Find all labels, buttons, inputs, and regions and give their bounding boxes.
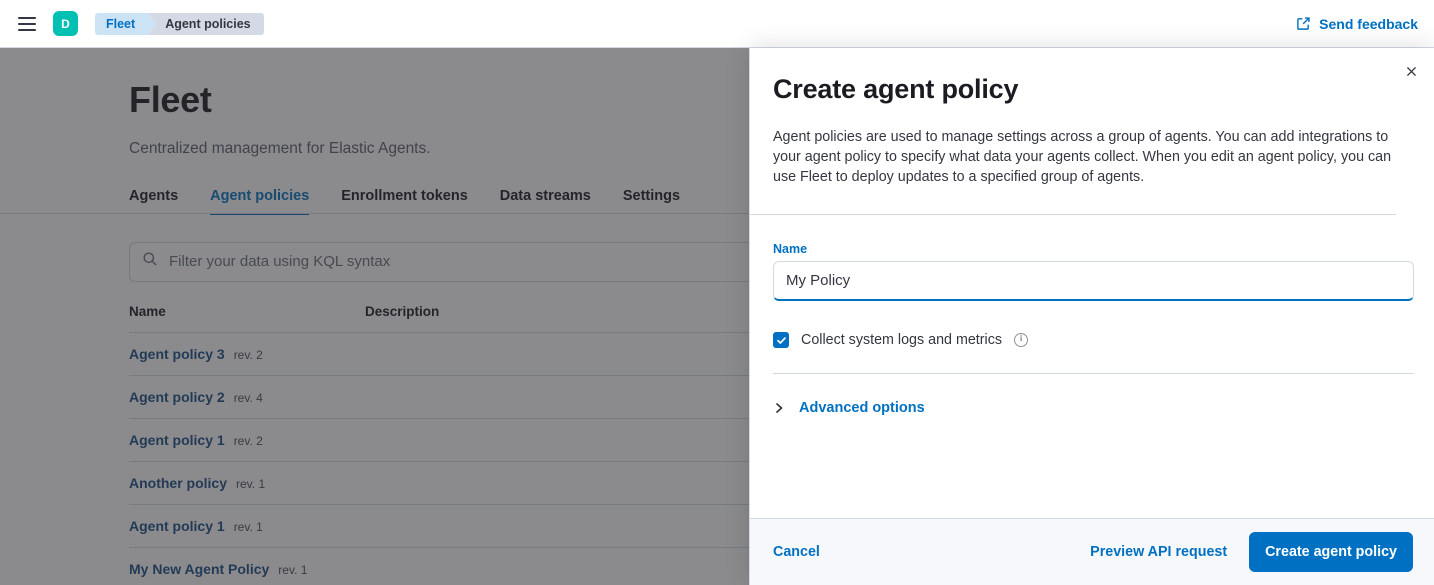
flyout-body: Name My Policy Collect system logs and m… xyxy=(750,215,1434,518)
app-root: D Fleet Agent policies Send feedback Fle… xyxy=(0,0,1434,585)
top-navigation-bar: D Fleet Agent policies Send feedback xyxy=(0,0,1434,48)
create-agent-policy-flyout: Create agent policy Agent policies are u… xyxy=(749,48,1434,585)
flyout-description: Agent policies are used to manage settin… xyxy=(773,127,1396,187)
external-link-icon xyxy=(1296,16,1311,31)
flyout-header: Create agent policy Agent policies are u… xyxy=(750,48,1434,215)
hamburger-bar xyxy=(18,29,36,31)
breadcrumb: Fleet Agent policies xyxy=(95,13,264,35)
hamburger-bar xyxy=(18,17,36,19)
hamburger-bar xyxy=(18,23,36,25)
cancel-button[interactable]: Cancel xyxy=(773,544,820,560)
preview-api-request-button[interactable]: Preview API request xyxy=(1090,544,1227,560)
hamburger-menu-icon[interactable] xyxy=(11,8,43,40)
name-field[interactable]: My Policy xyxy=(773,261,1414,301)
flyout-footer: Cancel Preview API request Create agent … xyxy=(750,518,1434,585)
name-field-value: My Policy xyxy=(786,272,850,289)
collect-system-logs-checkbox[interactable] xyxy=(773,332,789,348)
create-agent-policy-button[interactable]: Create agent policy xyxy=(1249,532,1413,572)
chevron-right-icon xyxy=(773,401,785,415)
name-field-label: Name xyxy=(773,242,1413,256)
footer-actions: Preview API request Create agent policy xyxy=(1090,532,1413,572)
send-feedback-button[interactable]: Send feedback xyxy=(1296,16,1418,32)
advanced-options-label: Advanced options xyxy=(799,400,925,416)
collect-system-logs-row: Collect system logs and metrics i xyxy=(773,332,1413,348)
flyout-title: Create agent policy xyxy=(773,74,1396,105)
info-circle-icon[interactable]: i xyxy=(1014,333,1028,347)
avatar[interactable]: D xyxy=(53,11,78,36)
breadcrumb-item-agent-policies[interactable]: Agent policies xyxy=(147,13,263,35)
body-divider xyxy=(773,373,1414,374)
breadcrumb-item-fleet[interactable]: Fleet xyxy=(95,13,147,35)
collect-system-logs-label[interactable]: Collect system logs and metrics xyxy=(801,332,1002,348)
advanced-options-toggle[interactable]: Advanced options xyxy=(773,400,925,416)
close-icon[interactable] xyxy=(1397,57,1425,85)
send-feedback-label: Send feedback xyxy=(1319,16,1418,32)
